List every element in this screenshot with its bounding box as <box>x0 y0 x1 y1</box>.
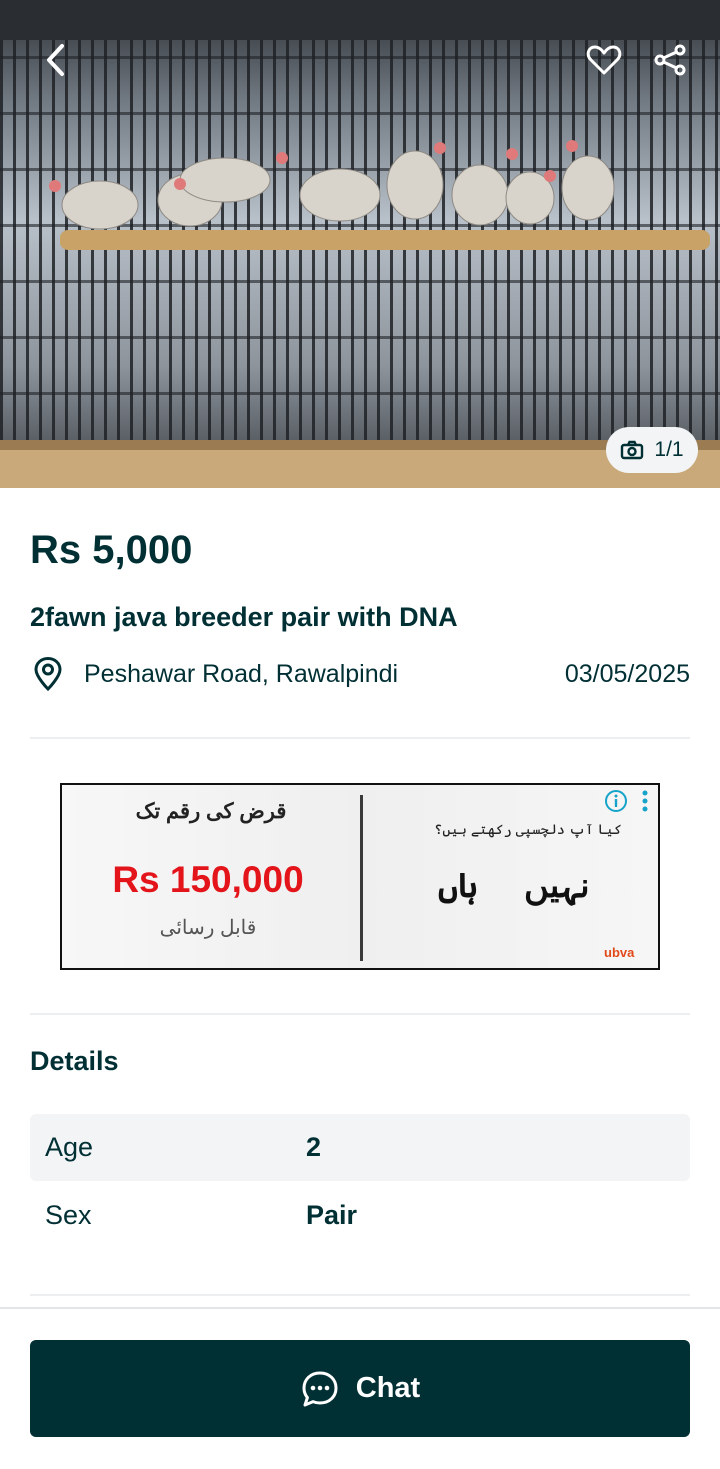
more-options-icon[interactable] <box>636 789 654 813</box>
heart-icon <box>586 45 622 75</box>
camera-icon <box>621 440 644 460</box>
details-heading: Details <box>30 1046 119 1076</box>
ad-amount: Rs 150,000 <box>112 859 304 900</box>
favorite-button[interactable] <box>578 34 630 86</box>
ad-subtext: قابل رسائی <box>159 917 257 939</box>
ad-heading: قرض کی رقم تک <box>135 800 287 823</box>
divider <box>30 1013 690 1015</box>
listing-location: Peshawar Road, Rawalpindi <box>84 659 399 688</box>
details-row-age: Age 2 <box>30 1114 690 1181</box>
details-value: 2 <box>306 1132 322 1162</box>
chevron-left-icon <box>47 44 64 76</box>
share-button[interactable] <box>644 34 696 86</box>
ad-question: کیا آپ دلچسپی رکھتے ہیں؟ <box>434 821 622 837</box>
divider <box>30 1294 690 1296</box>
chat-button-label: Chat <box>355 1372 421 1404</box>
share-icon <box>654 44 686 76</box>
details-row-sex: Sex Pair <box>30 1182 690 1249</box>
listing-price: Rs 5,000 <box>30 528 193 572</box>
divider <box>30 737 690 739</box>
ad-yes-button[interactable]: ہاں <box>438 865 478 906</box>
details-key: Sex <box>45 1200 92 1230</box>
ad-brand-logo: ubva <box>604 945 635 960</box>
back-button[interactable] <box>30 34 82 86</box>
info-icon[interactable] <box>604 789 628 813</box>
listing-date: 03/05/2025 <box>564 659 690 688</box>
location-row: Peshawar Road, Rawalpindi 03/05/2025 <box>30 654 690 694</box>
details-key: Age <box>45 1132 94 1162</box>
chat-bubble-icon <box>302 1371 338 1406</box>
photo-counter-text: 1/1 <box>654 438 684 461</box>
location-pin-icon <box>34 656 62 692</box>
ad-no-button[interactable]: نہیں <box>524 865 590 906</box>
listing-photo[interactable]: 1/1 <box>0 0 720 488</box>
details-value: Pair <box>306 1200 358 1230</box>
chat-button[interactable]: Chat <box>30 1340 690 1437</box>
photo-counter-badge: 1/1 <box>606 427 698 473</box>
listing-title: 2fawn java breeder pair with DNA <box>30 602 458 632</box>
ad-divider <box>360 795 363 961</box>
ad-banner[interactable]: قرض کی رقم تک Rs 150,000 قابل رسائی کیا … <box>60 783 660 970</box>
